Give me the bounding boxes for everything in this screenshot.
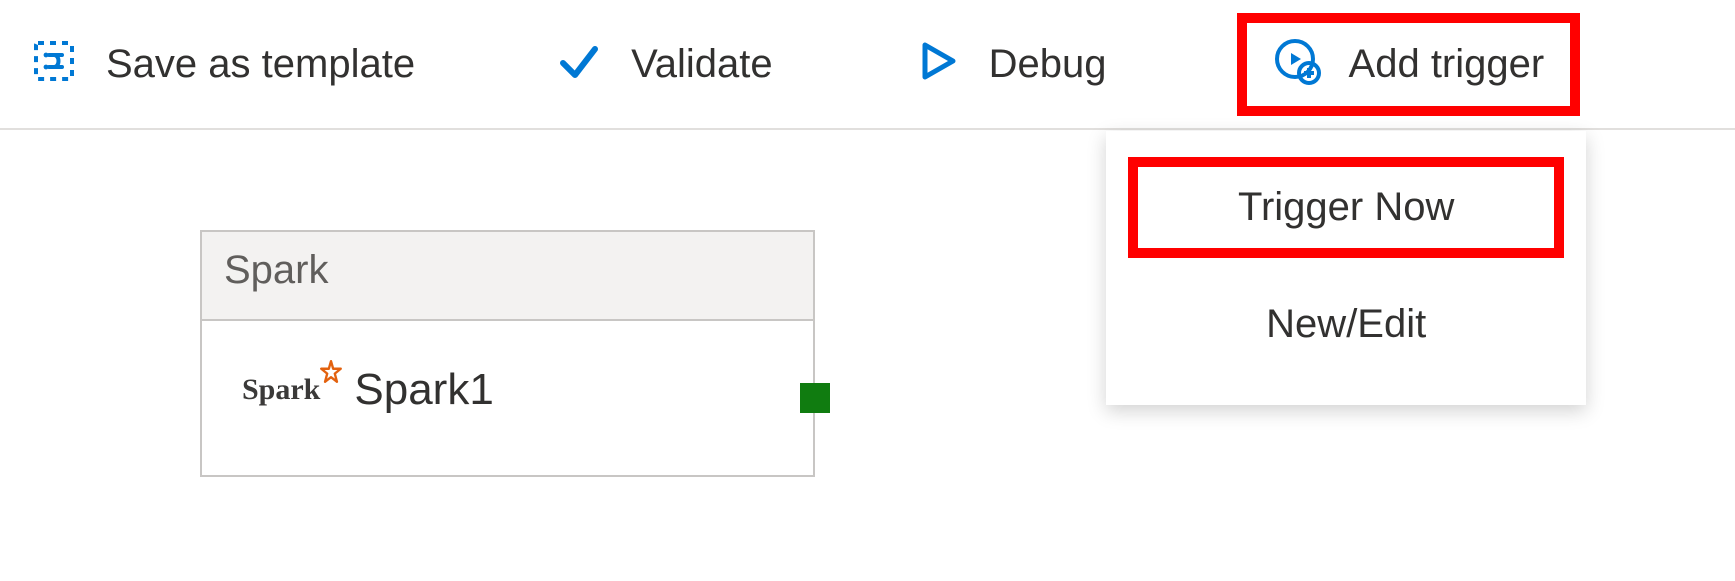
node-output-port[interactable] xyxy=(800,383,830,413)
add-trigger-button[interactable]: Add trigger xyxy=(1237,13,1581,116)
debug-button[interactable]: Debug xyxy=(903,29,1117,100)
node-name: Spark1 xyxy=(354,365,493,415)
debug-label: Debug xyxy=(989,44,1107,84)
save-as-template-label: Save as template xyxy=(106,44,415,84)
spark-logo-icon: Spark xyxy=(242,373,324,407)
add-trigger-wrap: Add trigger Trigger Now New/Edit xyxy=(1237,13,1581,116)
node-type-label: Spark xyxy=(202,232,813,321)
play-icon xyxy=(913,37,961,92)
clock-add-icon xyxy=(1273,37,1321,92)
toolbar: Save as template Validate Debug xyxy=(0,0,1735,130)
pipeline-node-spark[interactable]: Spark Spark Spark1 xyxy=(200,230,815,477)
pipeline-canvas[interactable]: Spark Spark Spark1 xyxy=(0,130,1735,581)
template-icon xyxy=(30,37,78,92)
node-body: Spark Spark1 xyxy=(202,321,813,475)
check-icon xyxy=(555,37,603,92)
validate-label: Validate xyxy=(631,44,773,84)
add-trigger-label: Add trigger xyxy=(1349,44,1545,84)
validate-button[interactable]: Validate xyxy=(545,29,783,100)
save-as-template-button[interactable]: Save as template xyxy=(20,29,425,100)
spark-logo-text: Spark xyxy=(242,373,320,406)
